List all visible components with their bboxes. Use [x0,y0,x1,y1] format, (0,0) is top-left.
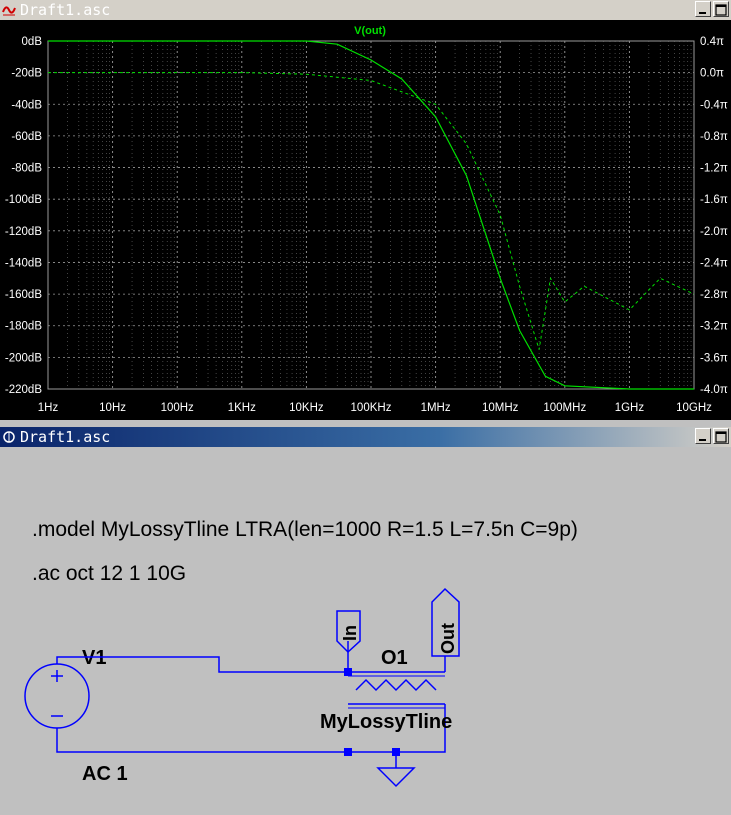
net-label-in-text: In [340,625,360,641]
right-axis-tick-label: -1.6π [700,194,728,206]
left-axis-tick-label: -180dB [5,321,42,333]
right-axis-tick-label: -2.4π [700,257,728,269]
bode-plot[interactable]: 0dB 0.4π -20dB 0.0π -40dB -0.4π -60dB -0.8π -80d… [0,20,731,420]
tline-model-label[interactable]: MyLossyTline [320,711,452,733]
trace-label: V(out) [354,25,386,37]
restore-button[interactable] [713,1,729,17]
source-value-label[interactable]: AC 1 [82,763,128,785]
schematic-window-titlebar[interactable]: Draft1.asc [0,427,731,447]
net-label-out[interactable]: Out [431,587,460,657]
right-axis-tick-label: -3.6π [700,352,728,364]
schematic-app-icon [3,431,15,443]
net-label-out-text: Out [438,623,458,654]
voltage-source-v1[interactable] [24,663,90,729]
restore-button[interactable] [713,428,729,444]
right-axis-tick-label: -2.0π [700,226,728,238]
minimize-icon [699,439,706,441]
x-axis-tick-label: 1Hz [38,402,59,414]
restore-icon [715,431,727,443]
junction-dot [392,748,400,756]
right-axis-tick-label: -0.4π [700,99,728,111]
schematic-drawing[interactable]: .model MyLossyTline LTRA(len=1000 R=1.5 … [0,447,731,811]
x-axis-tick-label: 1KHz [228,402,256,414]
waveform-plot-pane[interactable]: 0dB 0.4π -20dB 0.0π -40dB -0.4π -60dB -0.8π -80d… [0,20,731,420]
junction-dot [344,748,352,756]
x-axis-tick-label: 10GHz [676,402,712,414]
x-axis-tick-label: 100Hz [161,402,194,414]
left-axis-tick-label: 0dB [22,36,43,48]
left-axis-tick-label: -20dB [11,68,42,80]
model-directive[interactable]: .model MyLossyTline LTRA(len=1000 R=1.5 … [32,518,578,541]
x-axis-tick-label: 10Hz [99,402,126,414]
right-axis-tick-label: -4.0π [700,384,728,396]
plus-icon [51,670,63,682]
schematic-window-title: Draft1.asc [20,428,111,446]
plot-window-titlebar[interactable]: Draft1.asc [0,0,731,20]
left-axis-tick-label: -60dB [11,131,42,143]
left-axis-tick-label: -200dB [5,352,42,364]
source-name-label[interactable]: V1 [82,647,106,669]
minimize-button[interactable] [695,1,711,17]
left-axis-tick-label: -100dB [5,194,42,206]
plot-window-title: Draft1.asc [20,1,111,19]
ac-directive[interactable]: .ac oct 12 1 10G [32,562,186,585]
x-axis-tick-label: 10KHz [289,402,324,414]
schematic-canvas[interactable]: .model MyLossyTline LTRA(len=1000 R=1.5 … [0,447,731,811]
restore-icon [715,4,727,16]
right-axis-tick-label: -1.2π [700,163,728,175]
right-axis-tick-label: -3.2π [700,321,728,333]
x-axis-tick-label: 100MHz [543,402,586,414]
left-axis-tick-label: -120dB [5,226,42,238]
left-axis-tick-label: -140dB [5,257,42,269]
right-axis-tick-label: -2.8π [700,289,728,301]
right-axis-tick-label: -0.8π [700,131,728,143]
x-axis-tick-label: 1MHz [421,402,451,414]
right-axis-tick-label: 0.0π [700,68,724,80]
x-axis-tick-label: 1GHz [615,402,645,414]
left-axis-tick-label: -40dB [11,99,42,111]
junction-dot [344,668,352,676]
tline-name-label[interactable]: O1 [381,647,408,669]
x-axis-tick-label: 100KHz [351,402,392,414]
ltspice-app-icon [2,6,16,16]
left-axis-tick-label: -80dB [11,163,42,175]
x-axis-tick-label: 10MHz [482,402,519,414]
left-axis-tick-label: -220dB [5,384,42,396]
right-axis-tick-label: 0.4π [700,36,724,48]
left-axis-tick-label: -160dB [5,289,42,301]
pane-separator[interactable] [0,420,731,427]
ground-icon[interactable] [376,767,416,788]
minimize-icon [699,12,706,14]
minimize-button[interactable] [695,428,711,444]
